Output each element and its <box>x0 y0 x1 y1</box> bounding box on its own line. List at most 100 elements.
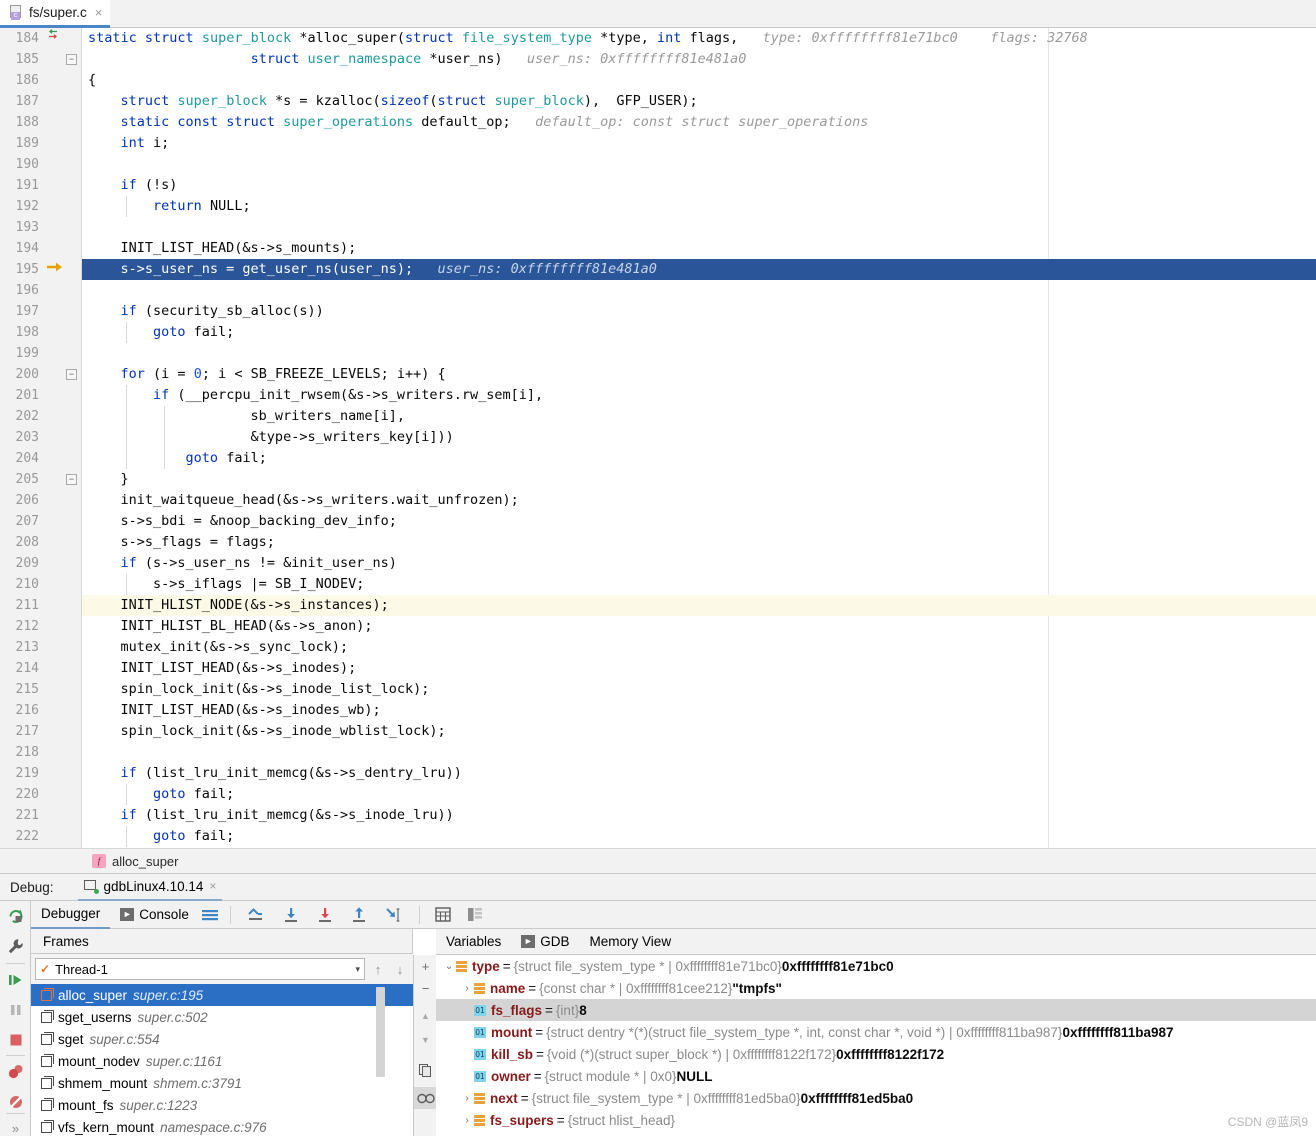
code-line[interactable]: INIT_HLIST_BL_HEAD(&s->s_anon); <box>82 616 1316 637</box>
frames-panel[interactable]: Frames ✓ Thread-1 ▾ ↑ ↓ alloc_super super… <box>31 929 413 1136</box>
code-line[interactable] <box>82 217 1316 238</box>
code-line[interactable]: spin_lock_init(&s->s_inode_wblist_lock); <box>82 721 1316 742</box>
resume-program-icon[interactable] <box>0 965 31 995</box>
step-into-icon[interactable] <box>308 906 342 924</box>
code-fold-toggle-icon[interactable]: − <box>66 54 77 65</box>
close-icon[interactable]: × <box>93 5 103 20</box>
code-fold-toggle-icon[interactable]: − <box>66 369 77 380</box>
remove-watch-button[interactable]: − <box>414 977 437 999</box>
variable-row[interactable]: 01 fs_flags = {int} 8 <box>436 999 1316 1021</box>
settings-wrench-icon[interactable] <box>0 931 31 961</box>
code-line[interactable]: INIT_LIST_HEAD(&s->s_mounts); <box>82 238 1316 259</box>
code-line[interactable]: struct super_block *s = kzalloc(sizeof(s… <box>82 91 1316 112</box>
code-line[interactable]: struct user_namespace *user_ns) user_ns:… <box>82 49 1316 70</box>
code-line[interactable]: goto fail; <box>82 322 1316 343</box>
code-line[interactable] <box>82 343 1316 364</box>
rerun-icon[interactable] <box>0 901 31 931</box>
variable-row[interactable]: › name = {const char * | 0xffffffff81cee212… <box>436 977 1316 999</box>
code-line[interactable] <box>82 742 1316 763</box>
change-marker-icon[interactable] <box>46 28 60 49</box>
add-watch-button[interactable]: + <box>414 955 437 977</box>
variable-row[interactable]: › next = {struct file_system_type * | 0xfff… <box>436 1087 1316 1109</box>
code-line[interactable]: spin_lock_init(&s->s_inode_list_lock); <box>82 679 1316 700</box>
code-line[interactable]: if (s->s_user_ns != &init_user_ns) <box>82 553 1316 574</box>
frames-side-buttons[interactable]: + − ▲ ▼ <box>413 955 437 1136</box>
frame-list-item[interactable]: mount_fs super.c:1223 <box>31 1094 413 1116</box>
more-chevrons-icon[interactable]: » <box>0 1113 31 1136</box>
frame-down-button[interactable]: ↓ <box>391 962 409 977</box>
frame-list[interactable]: alloc_super super.c:195 sget_userns super.c… <box>31 984 413 1136</box>
code-line[interactable]: if (list_lru_init_memcg(&s->s_inode_lru)… <box>82 805 1316 826</box>
code-line[interactable]: init_waitqueue_head(&s->s_writers.wait_u… <box>82 490 1316 511</box>
code-line[interactable]: INIT_LIST_HEAD(&s->s_inodes); <box>82 658 1316 679</box>
code-line[interactable]: s->s_iflags |= SB_I_NODEV; <box>82 574 1316 595</box>
code-line[interactable]: INIT_HLIST_NODE(&s->s_instances); <box>82 595 1316 616</box>
inspect-button[interactable] <box>414 1087 437 1109</box>
code-line[interactable]: if (!s) <box>82 175 1316 196</box>
code-line[interactable] <box>82 280 1316 301</box>
code-line[interactable]: int i; <box>82 133 1316 154</box>
code-line[interactable]: { <box>82 70 1316 91</box>
hamburger-menu-icon[interactable] <box>199 908 223 922</box>
variable-row[interactable]: 01 owner = {struct module * | 0x0} NULL <box>436 1065 1316 1087</box>
code-line[interactable]: if (security_sb_alloc(s)) <box>82 301 1316 322</box>
close-icon[interactable]: × <box>209 879 216 893</box>
code-line[interactable]: &type->s_writers_key[i])) <box>82 427 1316 448</box>
tab-variables[interactable]: Variables <box>436 929 511 955</box>
breadcrumb[interactable]: f alloc_super <box>0 848 1316 874</box>
code-line[interactable]: return NULL; <box>82 196 1316 217</box>
frame-up-button[interactable]: ↑ <box>369 962 387 977</box>
copy-button[interactable] <box>414 1059 437 1081</box>
show-execution-point-icon[interactable] <box>238 906 274 924</box>
code-line[interactable]: s->s_bdi = &noop_backing_dev_info; <box>82 511 1316 532</box>
tab-gdb[interactable]: ► GDB <box>511 929 579 955</box>
variable-row[interactable]: ⌄ type = {struct file_system_type * | 0xfff… <box>436 955 1316 977</box>
layout-settings-icon[interactable] <box>459 907 491 922</box>
chevron-down-icon[interactable]: ▾ <box>355 964 360 975</box>
step-over-icon[interactable] <box>274 906 308 924</box>
debug-left-toolbar[interactable]: » <box>0 901 31 1136</box>
chevron-right-icon[interactable]: › <box>460 1115 474 1126</box>
variables-tree[interactable]: ⌄ type = {struct file_system_type * | 0xfff… <box>436 955 1316 1136</box>
code-line[interactable]: mutex_init(&s->s_sync_lock); <box>82 637 1316 658</box>
tab-console[interactable]: ► Console <box>110 901 199 929</box>
frame-list-item[interactable]: sget super.c:554 <box>31 1028 413 1050</box>
code-line[interactable]: if (__percpu_init_rwsem(&s->s_writers.rw… <box>82 385 1316 406</box>
thread-dropdown[interactable]: ✓ Thread-1 ▾ <box>35 958 365 980</box>
chevron-right-icon[interactable]: › <box>460 983 474 994</box>
variable-row[interactable]: › fs_supers = {struct hlist_head} <box>436 1109 1316 1131</box>
variable-row[interactable]: 01 kill_sb = {void (*)(struct super_block *… <box>436 1043 1316 1065</box>
debugger-toolbar[interactable]: Debugger ► Console <box>31 901 1316 929</box>
code-line[interactable]: if (list_lru_init_memcg(&s->s_dentry_lru… <box>82 763 1316 784</box>
variable-row[interactable]: 01 mount = {struct dentry *(*)(struct file_… <box>436 1021 1316 1043</box>
frame-list-item[interactable]: alloc_super super.c:195 <box>31 984 413 1006</box>
move-down-button[interactable]: ▼ <box>414 1029 437 1051</box>
code-fold-toggle-icon[interactable]: − <box>66 474 77 485</box>
code-line[interactable]: for (i = 0; i < SB_FREEZE_LEVELS; i++) { <box>82 364 1316 385</box>
tab-memory-view[interactable]: Memory View <box>580 929 682 955</box>
frame-list-item[interactable]: mount_nodev super.c:1161 <box>31 1050 413 1072</box>
pause-program-icon[interactable] <box>0 995 31 1025</box>
code-line[interactable]: static struct super_block *alloc_super(s… <box>82 28 1316 49</box>
code-line[interactable]: goto fail; <box>82 826 1316 847</box>
code-line-current[interactable]: s->s_user_ns = get_user_ns(user_ns); use… <box>82 259 1316 280</box>
frame-list-item[interactable]: sget_userns super.c:502 <box>31 1006 413 1028</box>
code-line[interactable] <box>82 154 1316 175</box>
code-editor[interactable]: 184 185 − 186 187 188 189 190 191 192 193 194 195 196… <box>0 28 1316 848</box>
chevron-right-icon[interactable]: › <box>460 1093 474 1104</box>
chevron-down-icon[interactable]: ⌄ <box>442 961 456 972</box>
frame-list-item[interactable]: shmem_mount shmem.c:3791 <box>31 1072 413 1094</box>
variables-tab-bar[interactable]: Variables ► GDB Memory View <box>436 929 1316 955</box>
code-line[interactable]: } <box>82 469 1316 490</box>
line-number-gutter[interactable]: 184 185 − 186 187 188 189 190 191 192 193 194 195 196… <box>0 28 82 848</box>
evaluate-expression-icon[interactable] <box>427 907 459 922</box>
stop-icon[interactable] <box>0 1025 31 1055</box>
step-out-icon[interactable] <box>342 906 376 924</box>
tab-debugger[interactable]: Debugger <box>31 901 111 929</box>
variables-panel[interactable]: Variables ► GDB Memory View ⌄ type = {struc… <box>436 929 1316 1136</box>
code-line[interactable]: static const struct super_operations def… <box>82 112 1316 133</box>
move-up-button[interactable]: ▲ <box>414 1005 437 1027</box>
thread-selector-row[interactable]: ✓ Thread-1 ▾ ↑ ↓ <box>31 954 413 984</box>
code-lines[interactable]: static struct super_block *alloc_super(s… <box>82 28 1316 848</box>
view-breakpoints-icon[interactable] <box>0 1057 31 1087</box>
